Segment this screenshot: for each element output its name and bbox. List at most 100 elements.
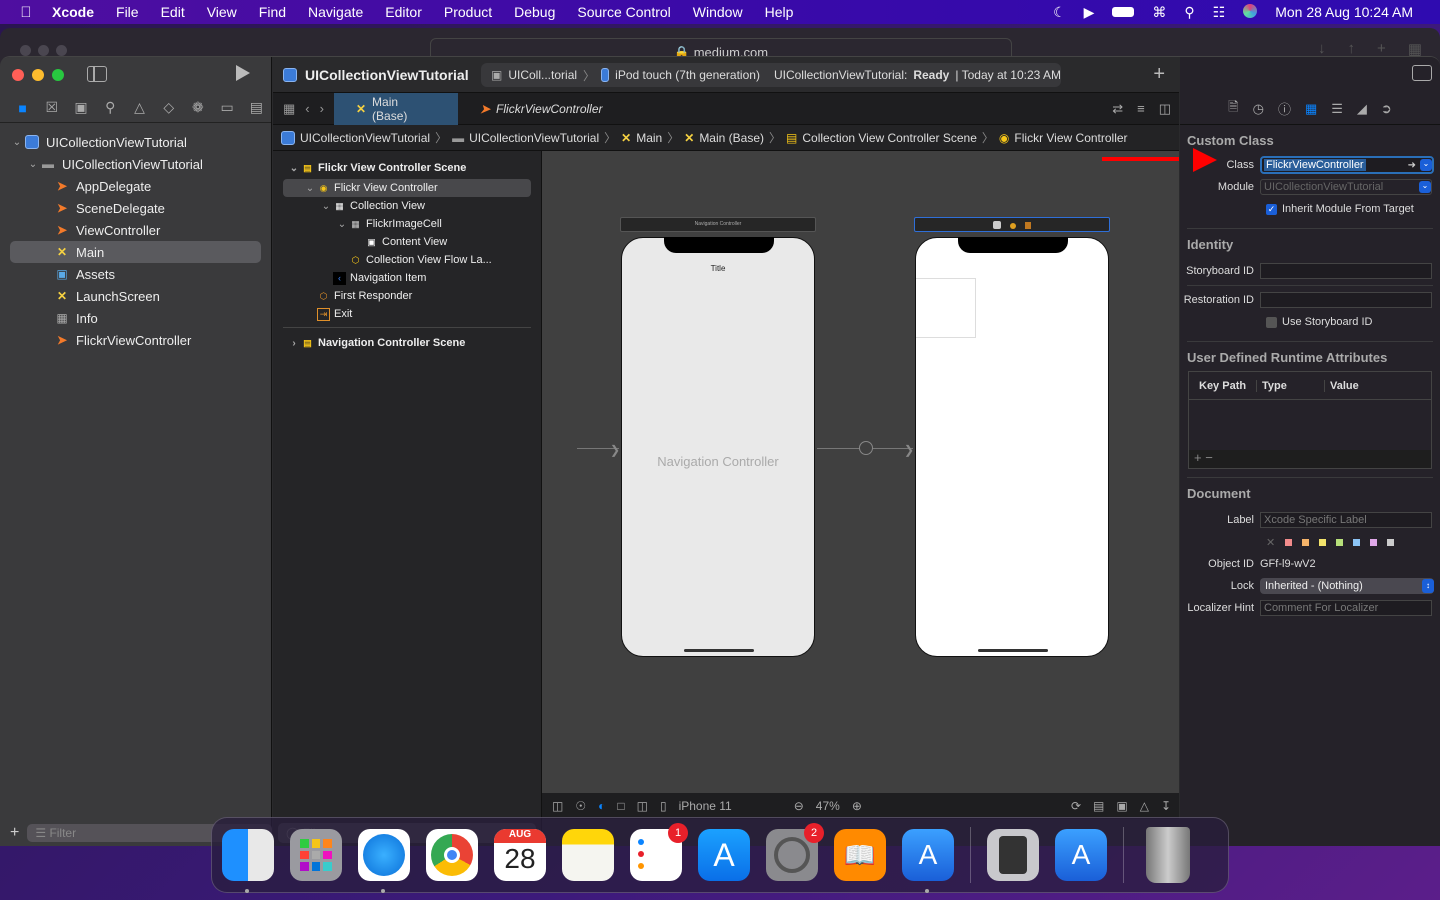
debug-navigator-icon[interactable]: ❁	[183, 99, 212, 116]
tab-main-base[interactable]: ✕ Main (Base)	[333, 92, 458, 125]
dock-app-store[interactable]: A	[698, 829, 750, 881]
module-field[interactable]: UICollectionViewTutorial ⌄	[1260, 179, 1432, 195]
label-color-green[interactable]	[1336, 538, 1344, 546]
library-plus-button[interactable]: +	[1153, 63, 1165, 86]
apple-menu-icon[interactable]: 	[0, 4, 52, 21]
storyboard-id-input[interactable]	[1260, 263, 1432, 279]
menu-view[interactable]: View	[196, 4, 248, 20]
control-center-icon[interactable]: ☷	[1204, 4, 1235, 21]
find-navigator-search-icon[interactable]: ⚲	[96, 99, 125, 116]
related-items-grid-icon[interactable]: ▦	[283, 101, 295, 117]
breadcrumb-scene[interactable]: Collection View Controller Scene	[802, 131, 977, 145]
first-responder-dock-icon[interactable]	[1010, 223, 1016, 229]
inherit-module-checkbox[interactable]: ✓	[1266, 203, 1277, 215]
chevron-down-icon[interactable]: ⌄	[10, 137, 24, 148]
related-files-arrows-icon[interactable]: ⇄	[1112, 101, 1123, 117]
tree-item-assets[interactable]: ▣ Assets	[0, 263, 271, 285]
go-to-class-arrow-icon[interactable]: ➜	[1408, 160, 1416, 171]
accessibility-icon[interactable]: ☉	[575, 799, 586, 813]
menu-edit[interactable]: Edit	[150, 4, 196, 20]
back-chevron-icon[interactable]: ‹	[305, 101, 309, 117]
outline-row-exit[interactable]: ⇥ Exit	[273, 305, 541, 323]
breadcrumb-main-base[interactable]: Main (Base)	[699, 131, 764, 145]
label-color-orange[interactable]	[1302, 538, 1310, 546]
quick-help-icon[interactable]: ⓘ	[1278, 99, 1291, 118]
menu-navigate[interactable]: Navigate	[297, 4, 374, 20]
close-window-button[interactable]	[12, 69, 24, 81]
dock-launchpad[interactable]	[290, 829, 342, 881]
class-field[interactable]: FlickrViewController ➜ ⌄	[1260, 156, 1434, 174]
spotlight-search-icon[interactable]: ⚲	[1175, 4, 1203, 21]
activity-view[interactable]: ▣ UIColl...torial 〉 iPod touch (7th gene…	[481, 63, 1061, 87]
zoom-out-icon[interactable]: ⊖	[794, 799, 804, 813]
size-class-icon[interactable]: ◫	[637, 799, 648, 813]
tree-item-scenedelegate[interactable]: ➤ SceneDelegate	[0, 197, 271, 219]
source-control-navigator-icon[interactable]: ☒	[37, 99, 66, 116]
menu-clock[interactable]: Mon 28 Aug 10:24 AM	[1266, 4, 1422, 20]
tree-item-info[interactable]: ▦ Info	[0, 307, 271, 329]
dock-xcode[interactable]: A	[902, 829, 954, 893]
orientation-icon[interactable]: □	[617, 799, 624, 813]
tab-flickrviewcontroller[interactable]: ➤ FlickrViewController	[458, 93, 625, 125]
label-color-blue[interactable]	[1353, 538, 1361, 546]
tree-item-viewcontroller[interactable]: ➤ ViewController	[0, 219, 271, 241]
test-navigator-icon[interactable]: ◇	[154, 99, 183, 116]
dock-chrome[interactable]	[426, 829, 478, 881]
now-playing-icon[interactable]: ▶	[1075, 4, 1104, 21]
outline-row-flow-layout[interactable]: ⬡ Collection View Flow La...	[273, 251, 541, 269]
project-navigator-folder-icon[interactable]: ■	[8, 100, 37, 116]
use-storyboard-id-checkbox[interactable]	[1266, 316, 1277, 328]
udra-col-key-path[interactable]: Key Path	[1189, 379, 1257, 392]
dock-simulator[interactable]: A	[1055, 829, 1107, 881]
menu-debug[interactable]: Debug	[503, 4, 566, 20]
dock-reminders[interactable]: 1	[630, 823, 688, 881]
outline-row-navigation-scene[interactable]: › ▤ Navigation Controller Scene	[273, 332, 541, 354]
add-attribute-plus-icon[interactable]: +	[1194, 450, 1202, 465]
toggle-outline-icon[interactable]: ◫	[552, 799, 563, 813]
wifi-icon[interactable]: ⌘	[1143, 4, 1175, 21]
navigation-controller-device-frame[interactable]: Title Navigation Controller	[621, 237, 815, 657]
minimize-window-button[interactable]	[32, 69, 44, 81]
connections-inspector-icon[interactable]: ➲	[1381, 101, 1392, 117]
chevron-down-icon[interactable]: ⌄	[335, 219, 349, 230]
menu-editor[interactable]: Editor	[374, 4, 433, 20]
module-dropdown-chevron-icon[interactable]: ⌄	[1419, 181, 1431, 193]
exit-dock-icon[interactable]	[1025, 222, 1032, 229]
outline-row-flickr-scene[interactable]: ⌄ ▤ Flickr View Controller Scene	[273, 157, 541, 179]
device-phone-icon[interactable]: ▯	[660, 799, 667, 813]
outline-row-flickr-image-cell[interactable]: ⌄ ▦ FlickrImageCell	[273, 215, 541, 233]
breadcrumb-project[interactable]: UICollectionViewTutorial	[300, 131, 430, 145]
label-color-gray[interactable]	[1387, 538, 1395, 546]
add-editor-split-icon[interactable]: ◫	[1159, 101, 1171, 117]
identity-inspector-icon[interactable]: ▦	[1305, 101, 1317, 117]
remove-attribute-minus-icon[interactable]: −	[1205, 450, 1213, 465]
embed-in-icon[interactable]: ↧	[1161, 799, 1171, 813]
tree-item-appdelegate[interactable]: ➤ AppDelegate	[0, 175, 271, 197]
breadcrumb-group[interactable]: UICollectionViewTutorial	[469, 131, 599, 145]
udra-col-type[interactable]: Type	[1257, 379, 1325, 392]
editor-options-lines-icon[interactable]: ≡	[1137, 101, 1145, 117]
tree-item-group[interactable]: ⌄ ▬ UICollectionViewTutorial	[0, 153, 271, 175]
add-constraints-icon[interactable]: ▣	[1116, 799, 1127, 813]
scheme-selector[interactable]: UIColl...torial	[508, 68, 577, 82]
device-selector[interactable]: iPod touch (7th generation)	[615, 68, 760, 82]
outline-row-collection-view[interactable]: ⌄ ▦ Collection View	[273, 197, 541, 215]
label-color-yellow[interactable]	[1319, 538, 1327, 546]
flickr-scene-dock[interactable]	[914, 217, 1110, 232]
appearance-toggle-icon[interactable]: ◐	[598, 799, 605, 813]
focus-moon-icon[interactable]: ☾	[1044, 4, 1075, 21]
resolve-issues-icon[interactable]: △	[1140, 799, 1149, 813]
toggle-navigator-icon[interactable]	[87, 66, 107, 82]
udra-col-value[interactable]: Value	[1325, 380, 1359, 392]
toggle-inspector-icon[interactable]	[1412, 65, 1432, 81]
breadcrumb-view-controller[interactable]: Flickr View Controller	[1014, 131, 1127, 145]
battery-icon[interactable]	[1103, 4, 1143, 20]
outline-row-navigation-item[interactable]: ‹ Navigation Item	[273, 269, 541, 287]
attributes-inspector-icon[interactable]: ☰	[1331, 101, 1343, 117]
localizer-hint-input[interactable]: Comment For Localizer	[1260, 600, 1432, 616]
navigation-controller-scene-dock[interactable]: Navigation Controller	[620, 217, 816, 232]
menu-help[interactable]: Help	[754, 4, 805, 20]
file-inspector-icon[interactable]: 🗎	[1228, 98, 1238, 120]
menu-window[interactable]: Window	[682, 4, 754, 20]
xcode-label-input[interactable]: Xcode Specific Label	[1260, 512, 1432, 528]
